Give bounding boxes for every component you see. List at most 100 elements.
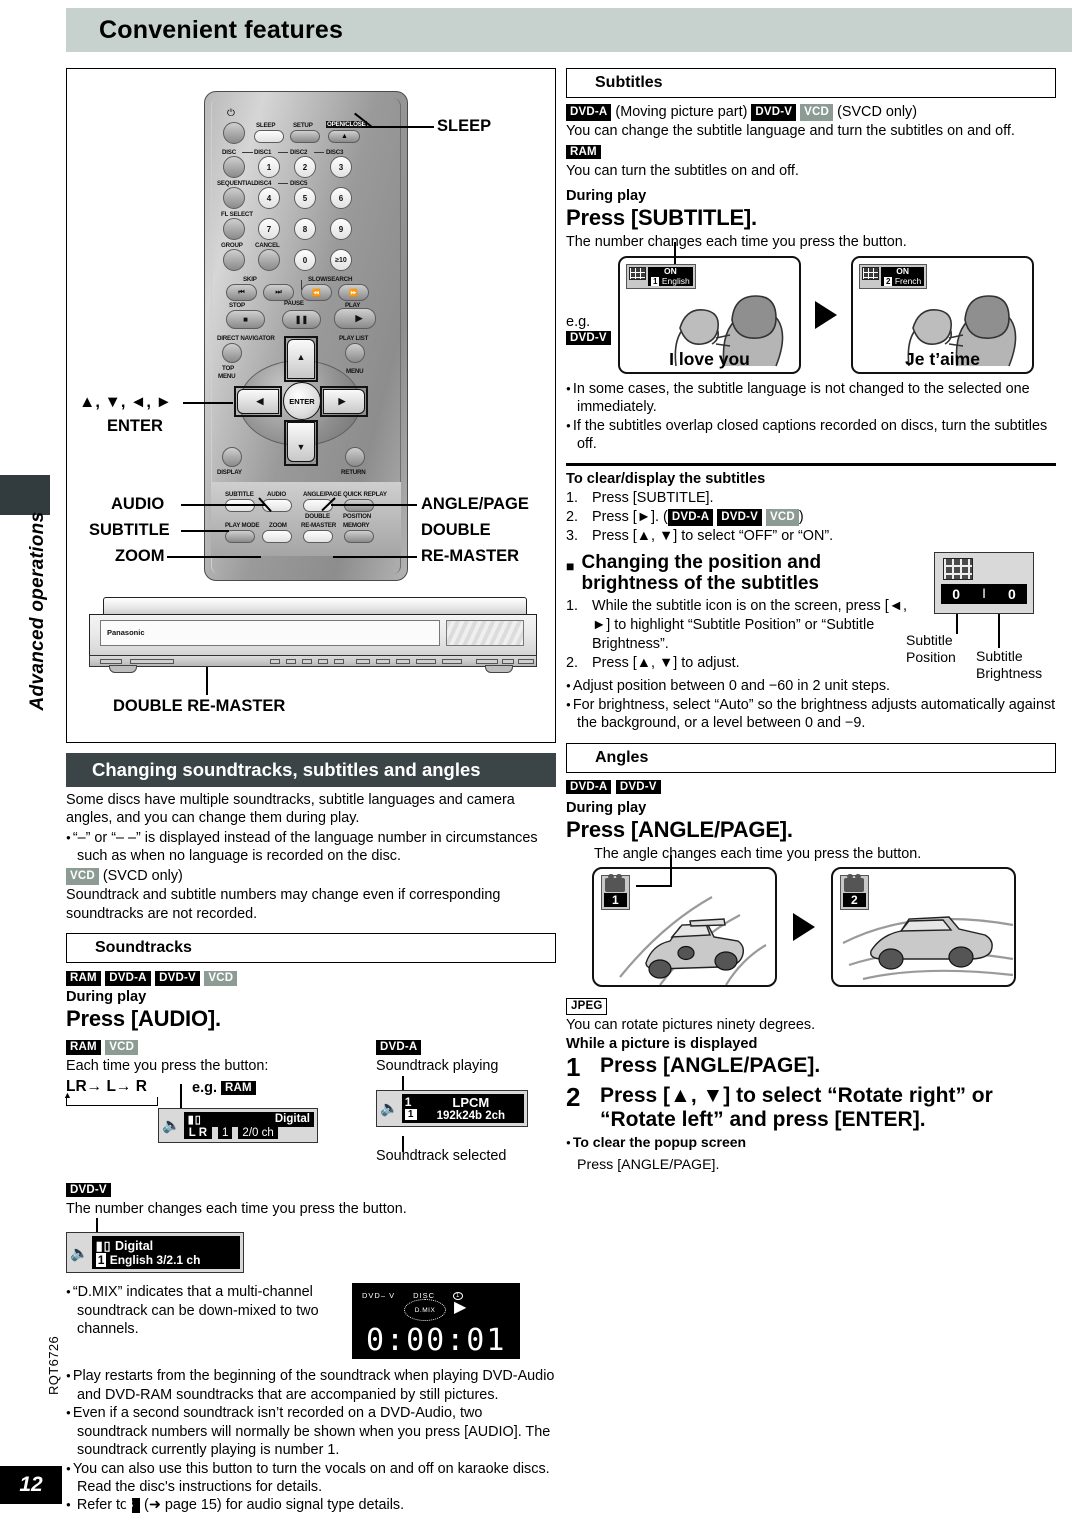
- player-btn-4[interactable]: [286, 659, 296, 664]
- label-subtitle-brightness: Subtitle Brightness: [976, 647, 1043, 682]
- player-btn-10[interactable]: [396, 659, 410, 664]
- big-step-1-num: 1: [566, 1052, 581, 1083]
- player-btn-15[interactable]: [518, 659, 534, 664]
- group-button[interactable]: [223, 249, 245, 271]
- position-step-1-num: 1.: [566, 598, 579, 615]
- press-audio: Press [AUDIO].: [66, 1006, 221, 1032]
- sequential-button[interactable]: [223, 187, 245, 209]
- press-angle-page: Press [ANGLE/PAGE].: [566, 816, 793, 842]
- osd-dvda-format: LPCM: [452, 1094, 490, 1110]
- display-button[interactable]: [222, 447, 242, 467]
- direct-navigator-label: DIRECT NAVIGATOR: [217, 335, 275, 342]
- player-btn-8[interactable]: [356, 659, 370, 664]
- clear-step-2-text-after: ): [798, 508, 804, 525]
- clear-display-heading: To clear/display the subtitles: [566, 470, 766, 487]
- camera-icon-2: [844, 874, 865, 893]
- double-remaster-button[interactable]: [303, 530, 333, 543]
- osd-ram-format: Digital: [274, 1112, 310, 1125]
- player-top-cover: [103, 597, 527, 615]
- player-btn-12[interactable]: [442, 659, 462, 664]
- tv-screen-before: ON 1 English I love you: [618, 255, 801, 374]
- top-menu-label: TOP: [222, 365, 235, 372]
- clear-step-2-tag-dvdv: DVD-V: [717, 508, 763, 527]
- while-displayed-heading: While a picture is displayed: [566, 1036, 758, 1053]
- side-tab-block: [0, 475, 50, 515]
- direct-navigator-button[interactable]: [222, 343, 242, 363]
- refer-suffix: (➜ page 15) for audio signal type detail…: [144, 1497, 405, 1514]
- disc-button[interactable]: [223, 156, 245, 178]
- sleep-button[interactable]: [254, 130, 284, 143]
- player-foot-right: [485, 665, 513, 673]
- osd-dvda-num-box: 1: [404, 1108, 417, 1120]
- fl-dmix-indicator: D.MIX: [404, 1299, 446, 1322]
- tv-caption-before: I love you: [669, 348, 750, 369]
- play-mode-button[interactable]: [225, 530, 255, 543]
- dpad-up-highlight: [284, 336, 318, 382]
- intro-bullet-1: “–” or “– –” is displayed instead of the…: [66, 829, 556, 866]
- bullet-subtitle-overlap: If the subtitles overlap closed captions…: [566, 417, 1056, 454]
- player-btn-6[interactable]: [318, 659, 328, 664]
- power-button[interactable]: [223, 122, 245, 144]
- return-button[interactable]: [345, 447, 365, 467]
- player-double-remaster-button[interactable]: [130, 659, 174, 664]
- setup-button[interactable]: [290, 130, 320, 143]
- tag-vcd-3: VCD: [105, 1040, 139, 1055]
- player-btn-7[interactable]: [334, 659, 344, 664]
- memory-label: MEMORY: [343, 522, 370, 529]
- fl-select-button[interactable]: [223, 218, 245, 240]
- subsection-angles: Angles: [566, 742, 1056, 773]
- osd-dvdv-lang: English 3/2.1 ch: [109, 1253, 201, 1268]
- player-btn-3[interactable]: [270, 659, 280, 664]
- each-time-text: Each time you press the button:: [66, 1058, 269, 1075]
- re-master-label: RE-MASTER: [301, 522, 336, 529]
- enter-button[interactable]: ENTER: [283, 382, 321, 420]
- player-btn-14[interactable]: [502, 659, 514, 664]
- tag-ram: RAM: [66, 971, 101, 986]
- callout-remaster: RE-MASTER: [421, 547, 520, 565]
- setup-label: SETUP: [293, 122, 313, 129]
- fl-play-icon: ▶: [454, 1299, 467, 1317]
- tag-dvd-v-sub: DVD-V: [751, 104, 797, 122]
- zoom-button[interactable]: [262, 530, 292, 543]
- callout-zoom: ZOOM: [115, 547, 165, 565]
- player-btn-5[interactable]: [302, 659, 312, 664]
- group-label: GROUP: [221, 242, 243, 249]
- page-header: Convenient features: [66, 8, 1072, 52]
- tv-screen-after: ON 2 French Je t’aime: [851, 255, 1034, 374]
- ram-vcd-example: RAM VCD Each time you press the button: …: [63, 1038, 366, 1165]
- tag-vcd-2: VCD: [204, 971, 238, 986]
- tag-b: B: [125, 1498, 141, 1514]
- bullet-play-restarts: Play restarts from the beginning of the …: [66, 1367, 556, 1404]
- dpad-left-highlight: [234, 386, 282, 417]
- page-title: Convenient features: [99, 15, 344, 44]
- during-play-angle: During play: [566, 799, 647, 816]
- player-btn-11[interactable]: [416, 659, 436, 664]
- double-label: DOUBLE: [305, 513, 330, 520]
- fl-display-figure: DVD– V DISC 1 D.MIX ▶ 0:00:01: [352, 1283, 520, 1360]
- camera-icon: [605, 874, 626, 893]
- bullet-subtitle-delay: In some cases, the subtitle language is …: [566, 380, 1056, 417]
- eg-label: e.g.: [192, 1079, 217, 1096]
- osd-position-value: 0: [952, 585, 961, 602]
- fl-time: 0:00:01: [366, 1323, 507, 1359]
- bullet-second-soundtrack: Even if a second soundtrack isn’t record…: [66, 1404, 556, 1459]
- fl-dvd-label: DVD– V: [362, 1291, 396, 1301]
- callout-double-remaster: DOUBLE RE-MASTER: [113, 697, 286, 715]
- player-btn-9[interactable]: [376, 659, 390, 664]
- tag-jpeg: JPEG: [566, 998, 608, 1015]
- angle-badge-2: 2: [840, 874, 869, 911]
- ram-vcd-tags: RAM VCD: [66, 1038, 366, 1056]
- cancel-button[interactable]: [258, 249, 280, 271]
- position-label: POSITION: [343, 513, 371, 520]
- angles-tag-row: DVD-A DVD-V: [566, 778, 1056, 796]
- subtitles-line-2: You can turn the subtitles on and off.: [566, 162, 799, 179]
- dpad-down-highlight: [284, 420, 318, 466]
- tag-ram-eg: RAM: [221, 1080, 256, 1095]
- play-list-button[interactable]: [345, 343, 365, 363]
- player-btn-13[interactable]: [476, 659, 498, 664]
- speaker-icon-3: 🔈: [70, 1244, 89, 1262]
- slow-search-label: SLOW/SEARCH: [308, 276, 353, 283]
- position-memory-button[interactable]: [344, 530, 374, 543]
- player-btn-1[interactable]: [100, 659, 122, 664]
- tag-ram-sub: RAM: [566, 144, 601, 160]
